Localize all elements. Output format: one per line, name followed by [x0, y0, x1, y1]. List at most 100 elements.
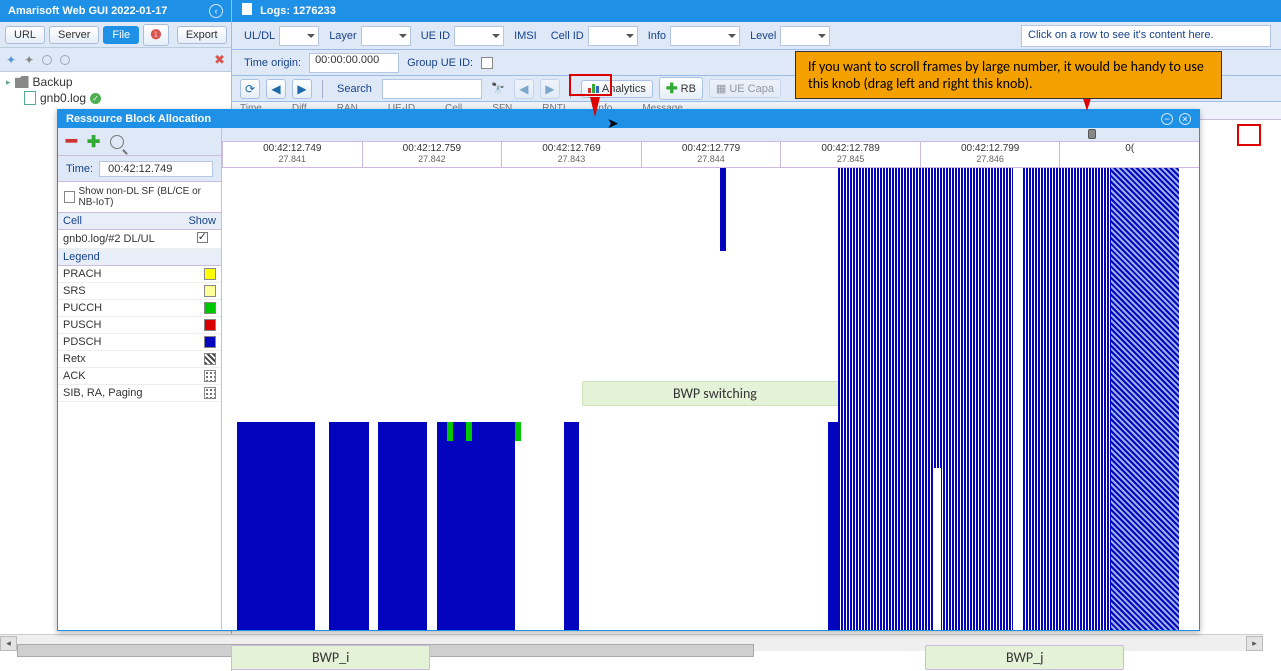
- expand-icon[interactable]: ▸: [6, 77, 11, 88]
- url-button[interactable]: URL: [5, 26, 45, 44]
- show-nondl-checkbox[interactable]: [64, 191, 75, 203]
- tree-log-row[interactable]: gnb0.log ✓: [4, 90, 227, 106]
- remove-icon[interactable]: ━: [66, 131, 77, 152]
- tree-backup-label: Backup: [33, 75, 73, 89]
- minimize-icon[interactable]: −: [1161, 113, 1173, 125]
- cell-row[interactable]: gnb0.log/#2 DL/UL: [58, 230, 221, 249]
- tick-col: 00:42:12.75927.842: [362, 142, 502, 167]
- tick-col: 00:42:12.79927.846: [920, 142, 1060, 167]
- uldl-combo[interactable]: UL/DL: [240, 26, 319, 46]
- tick-col: 00:42:12.78927.845: [780, 142, 920, 167]
- collapse-west-icon[interactable]: ‹: [209, 4, 223, 18]
- tree-log-label: gnb0.log: [40, 91, 86, 105]
- cell-show-checkbox[interactable]: [197, 232, 208, 243]
- binoculars-icon[interactable]: 🔭: [488, 79, 508, 99]
- filter-row: UL/DL Layer UE ID IMSI Cell ID Info Leve…: [232, 22, 1281, 50]
- tick-col: 00:42:12.74927.841: [222, 142, 362, 167]
- rb-button[interactable]: ✚ RB: [659, 77, 703, 100]
- doc-icon: [242, 3, 252, 15]
- refresh-icon[interactable]: ⟳: [240, 79, 260, 99]
- west-toolbar-1: URL Server File ❶ Export: [0, 22, 231, 48]
- row-hint: Click on a row to see it's content here.: [1021, 25, 1271, 47]
- ueid-combo[interactable]: UE ID: [417, 26, 504, 46]
- caret-icon: [307, 34, 315, 38]
- tick-col: 00:42:12.77927.844: [641, 142, 781, 167]
- file-icon: [24, 91, 36, 105]
- slider-track[interactable]: [222, 128, 1199, 142]
- tick-col: 00:42:12.76927.843: [501, 142, 641, 167]
- search-next-icon[interactable]: ▶: [540, 79, 560, 99]
- slider-knob[interactable]: [1088, 129, 1096, 139]
- rba-time-field[interactable]: 00:42:12.749: [99, 161, 213, 177]
- legend-row: SRS: [58, 283, 221, 300]
- rb-bar: [466, 422, 472, 440]
- star2-icon[interactable]: ✦: [24, 53, 34, 67]
- server-button[interactable]: Server: [49, 26, 99, 44]
- group-ueid-label: Group UE ID:: [403, 57, 477, 69]
- analytics-button[interactable]: Analytics: [581, 80, 653, 98]
- search-input[interactable]: [382, 79, 482, 99]
- level-combo[interactable]: Level: [746, 26, 830, 46]
- rb-bar: [1111, 168, 1179, 630]
- tree-backup-row[interactable]: ▸ Backup: [4, 74, 227, 90]
- imsi-combo[interactable]: IMSI: [510, 30, 541, 42]
- rb-bar: [378, 422, 427, 630]
- clear-icon[interactable]: ✖: [214, 52, 225, 68]
- bwp-switching-label: BWP switching: [582, 381, 848, 406]
- chart-area[interactable]: BWP switching: [222, 168, 1199, 630]
- swatch-icon: [204, 302, 216, 314]
- search-prev-icon[interactable]: ◀: [514, 79, 534, 99]
- legend: PRACHSRSPUCCHPUSCHPDSCHRetxACKSIB, RA, P…: [58, 266, 221, 402]
- file-button[interactable]: File: [103, 26, 139, 44]
- rb-bar: [838, 168, 1014, 630]
- show-nondl-label: Show non-DL SF (BL/CE or NB-IoT): [79, 186, 215, 208]
- rb-bar: [933, 468, 941, 630]
- legend-row: SIB, RA, Paging: [58, 385, 221, 402]
- show-hdr: Show: [183, 213, 221, 230]
- prev-icon[interactable]: ◀: [266, 79, 286, 99]
- rba-sidebar: ━ ✚ Time: 00:42:12.749 Show non-DL SF (B…: [58, 128, 222, 630]
- scroll-right-icon[interactable]: ▸: [1246, 636, 1263, 651]
- close-icon[interactable]: ×: [1179, 113, 1191, 125]
- legend-row: Retx: [58, 351, 221, 368]
- time-origin-field[interactable]: 00:00:00.000: [309, 53, 399, 73]
- group-ueid-checkbox[interactable]: [481, 57, 493, 69]
- rb-bar: [515, 422, 521, 440]
- rba-time-row: Time: 00:42:12.749: [58, 156, 221, 182]
- export-button[interactable]: Export: [177, 26, 227, 44]
- legend-header: Legend: [58, 249, 221, 266]
- file-tree: ▸ Backup gnb0.log ✓: [0, 72, 231, 108]
- star-icon[interactable]: ✦: [6, 53, 16, 67]
- legend-row: PDSCH: [58, 334, 221, 351]
- alert-button[interactable]: ❶: [143, 24, 169, 46]
- show-nondl-row[interactable]: Show non-DL SF (BL/CE or NB-IoT): [58, 182, 221, 213]
- info-combo[interactable]: Info: [644, 26, 740, 46]
- rba-main: 00:42:12.74927.84100:42:12.75927.84200:4…: [222, 128, 1199, 630]
- annotation-arrow-rb: [590, 97, 600, 117]
- cellid-combo[interactable]: Cell ID: [547, 26, 638, 46]
- next-icon[interactable]: ▶: [292, 79, 312, 99]
- west-header: Amarisoft Web GUI 2022-01-17 ‹: [0, 0, 231, 22]
- layer-combo[interactable]: Layer: [325, 26, 411, 46]
- doc2-icon: ▦: [716, 82, 726, 95]
- tick-col: 0(: [1059, 142, 1199, 167]
- rba-header[interactable]: Ressource Block Allocation − ×: [58, 110, 1199, 128]
- circle2-icon[interactable]: [60, 55, 70, 65]
- plus-icon: ✚: [666, 80, 678, 97]
- add-icon[interactable]: ✚: [87, 132, 100, 152]
- scroll-left-icon[interactable]: ◂: [0, 636, 17, 651]
- rb-bar: [437, 422, 515, 630]
- time-origin-label: Time origin:: [240, 57, 305, 69]
- zoom-icon[interactable]: [110, 135, 124, 149]
- swatch-icon: [204, 336, 216, 348]
- circle1-icon[interactable]: [42, 55, 52, 65]
- logs-title: Logs: 1276233: [260, 5, 336, 17]
- rba-window: Ressource Block Allocation − × ━ ✚ Time:…: [57, 109, 1200, 631]
- rb-bar: [1092, 168, 1107, 630]
- search-label: Search: [333, 83, 376, 95]
- uecapa-button[interactable]: ▦ UE Capa: [709, 79, 781, 98]
- timeline-header: 00:42:12.74927.84100:42:12.75927.84200:4…: [222, 142, 1199, 168]
- rb-bar: [447, 422, 453, 440]
- logs-header: Logs: 1276233: [232, 0, 1281, 22]
- folder-icon: [15, 76, 29, 88]
